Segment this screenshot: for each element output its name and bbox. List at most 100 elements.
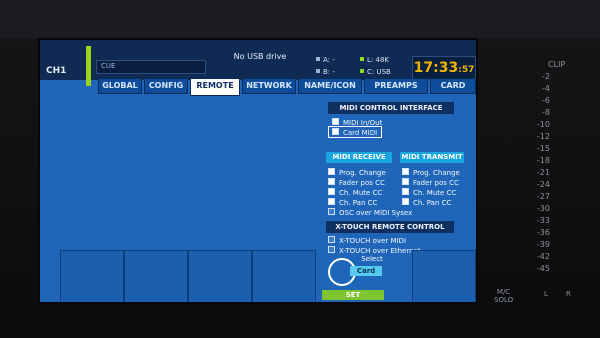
knob-label: Select <box>361 255 383 263</box>
tab-preamps[interactable]: PREAMPS <box>364 78 428 94</box>
meter-r-label: R <box>566 290 571 298</box>
checkbox[interactable] <box>328 208 335 215</box>
tab-name-icon[interactable]: NAME/ICON <box>298 78 362 94</box>
receive-osc-sysex[interactable]: OSC over MIDI Sysex <box>328 208 412 217</box>
clip-label: CLIP <box>548 60 566 69</box>
transmit-prog-change[interactable]: Prog. Change <box>402 168 460 177</box>
checkbox[interactable] <box>402 168 409 175</box>
slot-b-label: B: <box>323 68 331 76</box>
receive-fader-pos[interactable]: Fader pos CC <box>328 178 385 187</box>
solo-label: SOLO <box>494 296 514 304</box>
receive-ch-pan[interactable]: Ch. Pan CC <box>328 198 377 207</box>
option-label: Fader pos CC <box>413 179 459 187</box>
usb-status: No USB drive <box>233 52 287 61</box>
channel-label[interactable]: CH1 <box>46 66 66 76</box>
checkbox[interactable] <box>328 236 335 243</box>
option-label: Prog. Change <box>339 169 386 177</box>
meter-tick: -42 <box>536 252 550 261</box>
set-button[interactable]: SET <box>322 290 384 300</box>
midi-transmit-title: MIDI TRANSMIT <box>400 152 464 163</box>
slot-a: A: - <box>316 56 335 64</box>
checkbox[interactable] <box>402 198 409 205</box>
option-label: Prog. Change <box>413 169 460 177</box>
slot-l: L: 48K <box>360 56 389 64</box>
option-label: Ch. Mute CC <box>339 189 383 197</box>
meter-tick: -36 <box>536 228 550 237</box>
transmit-ch-mute[interactable]: Ch. Mute CC <box>402 188 456 197</box>
meter-tick: -10 <box>536 120 550 129</box>
transmit-fader-pos[interactable]: Fader pos CC <box>402 178 459 187</box>
checkbox[interactable] <box>332 128 339 135</box>
option-card-midi[interactable]: Card MIDI <box>332 128 377 137</box>
option-label: X-TOUCH over MIDI <box>339 237 407 245</box>
slot-a-value: - <box>332 56 335 64</box>
option-label: Ch. Pan CC <box>339 199 378 207</box>
header-bar: CH1 CUE No USB drive A: - B: - L: 48K C:… <box>40 40 476 80</box>
mixer-screen: CH1 CUE No USB drive A: - B: - L: 48K C:… <box>40 40 476 302</box>
xtouch-over-midi[interactable]: X-TOUCH over MIDI <box>328 236 406 245</box>
receive-prog-change[interactable]: Prog. Change <box>328 168 386 177</box>
xtouch-title: X-TOUCH REMOTE CONTROL <box>326 221 454 233</box>
checkbox[interactable] <box>328 178 335 185</box>
meter-tick: -6 <box>542 96 550 105</box>
softkey-1[interactable] <box>60 250 124 302</box>
slot-c-dot <box>360 69 364 73</box>
cue-box[interactable]: CUE <box>96 60 206 74</box>
softkey-2[interactable] <box>124 250 188 302</box>
meter-tick: -4 <box>542 84 550 93</box>
meter-tick: -15 <box>536 144 550 153</box>
slot-l-label: L: <box>367 56 374 64</box>
meter-tick: -39 <box>536 240 550 249</box>
option-label: Ch. Pan CC <box>413 199 452 207</box>
tab-config[interactable]: CONFIG <box>144 78 188 94</box>
meter-tick: -2 <box>542 72 550 81</box>
knob-value: Card <box>350 266 382 276</box>
tab-card[interactable]: CARD <box>430 78 476 94</box>
option-label: OSC over MIDI Sysex <box>339 209 413 217</box>
meter-tick: -27 <box>536 192 550 201</box>
softkey-4[interactable] <box>252 250 316 302</box>
option-label: Ch. Mute CC <box>413 189 457 197</box>
tab-bar: GLOBAL CONFIG REMOTE NETWORK NAME/ICON P… <box>98 78 476 96</box>
softkey-3[interactable] <box>188 250 252 302</box>
option-label: Fader pos CC <box>339 179 385 187</box>
slot-l-value: 48K <box>375 56 390 64</box>
tab-network[interactable]: NETWORK <box>242 78 296 94</box>
slot-a-label: A: <box>323 56 331 64</box>
meter-l-label: L <box>544 290 548 298</box>
console-top-trim <box>0 0 600 38</box>
select-knob-panel[interactable]: Select Card SET <box>320 252 462 302</box>
meter-tick: -21 <box>536 168 550 177</box>
meter-tick: -45 <box>536 264 550 273</box>
checkbox[interactable] <box>328 198 335 205</box>
tab-remote[interactable]: REMOTE <box>190 78 240 96</box>
meter-tick: -24 <box>536 180 550 189</box>
checkbox[interactable] <box>332 118 339 125</box>
meter-tick: -18 <box>536 156 550 165</box>
meter-tick: -30 <box>536 204 550 213</box>
clock-seconds: :57 <box>458 65 475 75</box>
midi-receive-title: MIDI RECEIVE <box>326 152 392 163</box>
clock: 17:33:57 <box>412 56 476 80</box>
slot-b-dot <box>316 69 320 73</box>
checkbox[interactable] <box>402 188 409 195</box>
slot-c-value: USB <box>376 68 391 76</box>
option-label: Card MIDI <box>343 129 378 137</box>
checkbox[interactable] <box>328 168 335 175</box>
slot-c-label: C: <box>367 68 375 76</box>
meter-tick: -33 <box>536 216 550 225</box>
mc-solo-label: M/C SOLO <box>494 288 513 304</box>
cue-label: CUE <box>101 62 116 70</box>
receive-ch-mute[interactable]: Ch. Mute CC <box>328 188 382 197</box>
meter-tick: -8 <box>542 108 550 117</box>
channel-color-strip <box>86 46 91 86</box>
slot-b: B: - <box>316 68 335 76</box>
tab-global[interactable]: GLOBAL <box>98 78 142 94</box>
checkbox[interactable] <box>328 188 335 195</box>
slot-c: C: USB <box>360 68 391 76</box>
transmit-ch-pan[interactable]: Ch. Pan CC <box>402 198 451 207</box>
slot-b-value: - <box>332 68 335 76</box>
checkbox[interactable] <box>402 178 409 185</box>
clock-hm: 17:33 <box>413 60 459 76</box>
slot-l-dot <box>360 57 364 61</box>
